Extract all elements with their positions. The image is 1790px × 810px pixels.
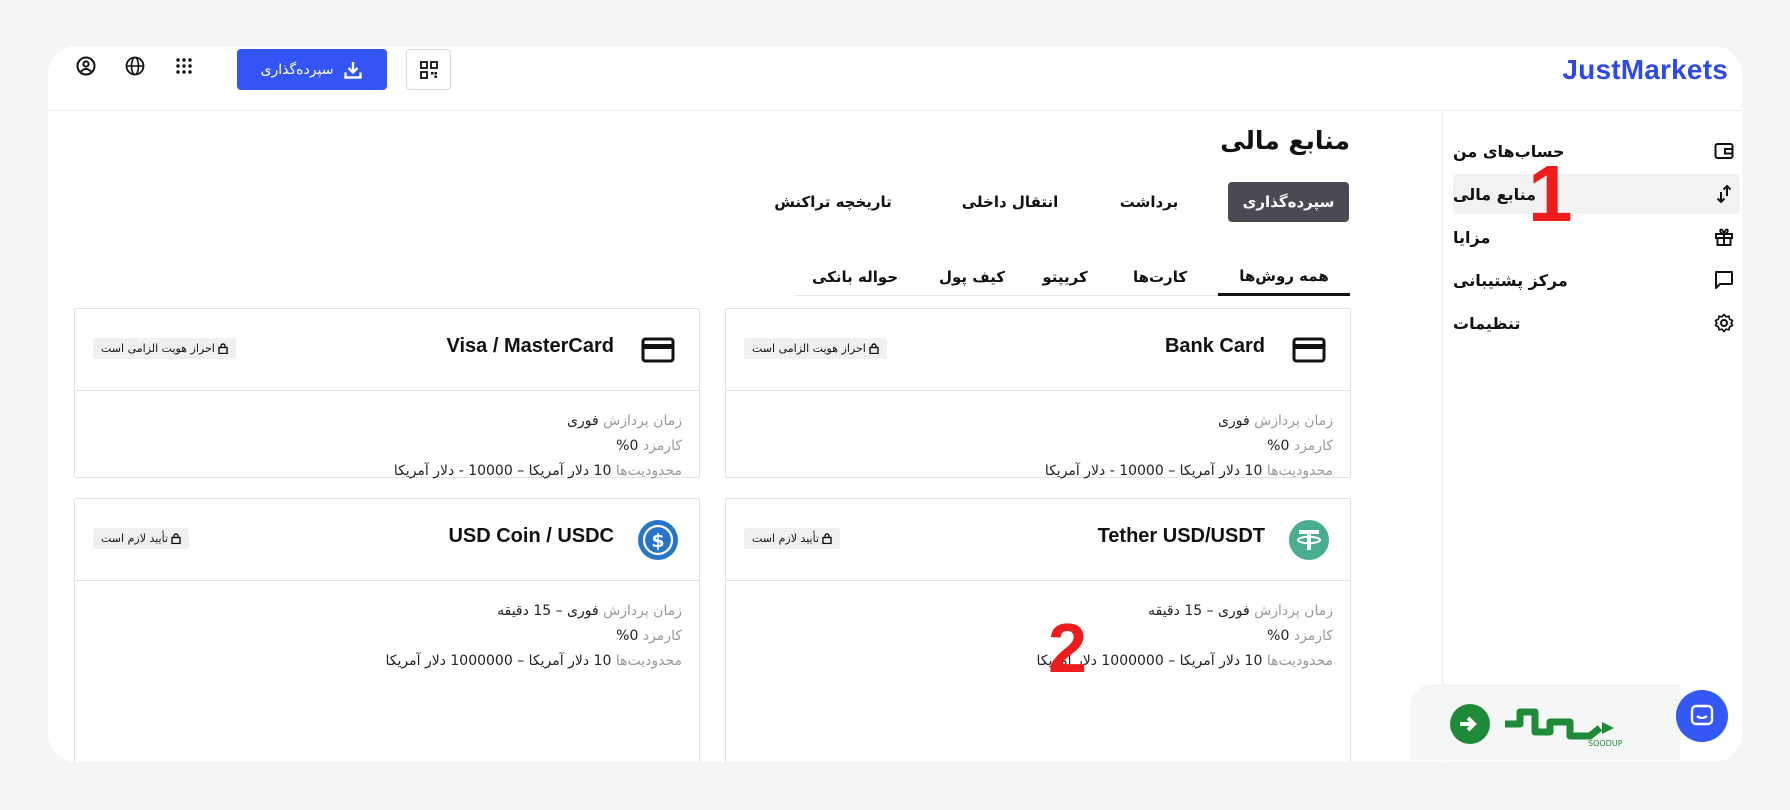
processing-time-row: زمان پردازش فوری – 15 دقیقه [497,603,682,619]
chat-icon [1712,268,1736,292]
gift-icon [1712,225,1736,249]
sidebar-item-settings[interactable]: تنظیمات [1453,303,1740,343]
card-details: زمان پردازش فوری – 15 دقیقه کارمزد 0% مح… [726,581,1350,674]
top-bar: JustMarkets سپرده‌گذاری [48,46,1742,111]
chat-bubble-icon [1690,704,1714,726]
card-details: زمان پردازش فوری – 15 دقیقه کارمزد 0% مح… [75,581,699,674]
card-header: Visa / MasterCard احراز هویت الزامی است [75,309,699,391]
fee-row: کارمزد 0% [616,438,682,454]
apps-menu-button[interactable] [164,46,204,86]
verification-badge: تأیید لازم است [93,528,190,549]
fee-row: کارمزد 0% [1267,628,1333,644]
processing-time-row: زمان پردازش فوری [1218,413,1333,429]
svg-text:$: $ [651,530,664,552]
profile-button[interactable] [66,46,106,86]
svg-text:SOODUP: SOODUP [1588,739,1623,748]
card-title: Tether USD/USDT [1097,525,1265,547]
sidebar-item-label: مزایا [1453,227,1491,247]
processing-time-row: زمان پردازش فوری [567,413,682,429]
limits-row: محدودیت‌ها 10 دلار آمریکا – 1000000 دلار… [1036,653,1334,669]
subtab-wallet[interactable]: کیف پول [932,258,1012,296]
payment-card-visa-mastercard[interactable]: Visa / MasterCard احراز هویت الزامی است … [74,308,700,479]
subtab-crypto[interactable]: کریپتو [1025,258,1105,296]
usdc-icon: $ [637,519,679,561]
sidebar: حساب‌های من منابع مالی مزایا مرکز پشتیبا… [1442,111,1742,762]
sidebar-item-label: منابع مالی [1453,184,1537,204]
verification-badge: احراز هویت الزامی است [744,338,887,359]
transfer-arrows-icon [1712,182,1736,206]
lock-icon [822,533,832,544]
app-window: JustMarkets سپرده‌گذاری [48,46,1742,762]
language-button[interactable] [115,46,155,86]
card-title: Visa / MasterCard [446,335,615,357]
tab-transaction-history[interactable]: تاریخچه تراکنش [755,182,911,222]
sidebar-item-support[interactable]: مرکز پشتیبانی [1453,260,1740,300]
payment-card-tether-usdt[interactable]: Tether USD/USDT تأیید لازم است زمان پردا… [725,498,1351,762]
card-header: $ USD Coin / USDC تأیید لازم است [75,499,699,581]
wallet-icon [1712,139,1736,163]
processing-time-row: زمان پردازش فوری – 15 دقیقه [1148,603,1333,619]
payment-method-subtabs: همه روش‌ها کارت‌ها کریپتو کیف پول حواله … [795,258,1350,296]
card-title: Bank Card [1164,335,1265,357]
payment-card-bank-card[interactable]: Bank Card احراز هویت الزامی است زمان پرد… [725,308,1351,479]
soodup-watermark: SOODUP [1410,684,1680,760]
qr-code-button[interactable] [406,49,451,90]
lock-icon [218,343,228,354]
fee-row: کارمزد 0% [1267,438,1333,454]
credit-card-icon [1288,329,1330,371]
gear-icon [1712,311,1736,335]
sidebar-item-my-accounts[interactable]: حساب‌های من [1453,131,1740,171]
tab-internal-transfer[interactable]: انتقال داخلی [943,182,1077,222]
card-details: زمان پردازش فوری کارمزد 0% محدودیت‌ها 10… [726,391,1350,484]
live-chat-button[interactable] [1676,690,1728,742]
subtab-bank-transfer[interactable]: حواله بانکی [805,258,905,296]
subtab-cards[interactable]: کارت‌ها [1120,258,1200,296]
annotation-two: 2 [1048,609,1087,687]
payment-card-usdc[interactable]: $ USD Coin / USDC تأیید لازم است زمان پر… [74,498,700,762]
card-details: زمان پردازش فوری کارمزد 0% محدودیت‌ها 10… [75,391,699,484]
lock-icon [869,343,879,354]
limits-row: محدودیت‌ها 10 دلار آمریکا – 10000 - دلار… [393,463,682,479]
deposit-button[interactable]: سپرده‌گذاری [237,49,387,90]
verification-badge: احراز هویت الزامی است [93,338,236,359]
page-title: منابع مالی [1220,126,1350,155]
fee-row: کارمزد 0% [616,628,682,644]
card-header: Tether USD/USDT تأیید لازم است [726,499,1350,581]
brand-logo[interactable]: JustMarkets [1562,54,1728,86]
tab-withdraw[interactable]: برداشت [1100,182,1198,222]
card-title: USD Coin / USDC [448,525,614,547]
card-header: Bank Card احراز هویت الزامی است [726,309,1350,391]
apps-grid-icon [176,58,192,74]
sidebar-item-label: تنظیمات [1453,313,1521,333]
tab-deposit[interactable]: سپرده‌گذاری [1228,182,1349,222]
credit-card-icon [637,329,679,371]
soodup-logo: SOODUP [1450,704,1623,748]
sidebar-item-label: مرکز پشتیبانی [1453,270,1568,290]
globe-icon [125,56,145,76]
annotation-one: 1 [1528,149,1573,238]
limits-row: محدودیت‌ها 10 دلار آمریکا – 10000 - دلار… [1044,463,1333,479]
verification-badge: تأیید لازم است [744,528,841,549]
profile-icon [76,56,96,76]
lock-icon [171,533,181,544]
download-icon [344,61,363,79]
sidebar-item-financial-resources[interactable]: منابع مالی [1453,174,1740,214]
deposit-button-label: سپرده‌گذاری [260,61,334,78]
limits-row: محدودیت‌ها 10 دلار آمریکا – 1000000 دلار… [385,653,683,669]
tether-icon [1288,519,1330,561]
subtab-all-methods[interactable]: همه روش‌ها [1218,258,1350,296]
sidebar-item-benefits[interactable]: مزایا [1453,217,1740,257]
qr-code-icon [419,60,438,79]
